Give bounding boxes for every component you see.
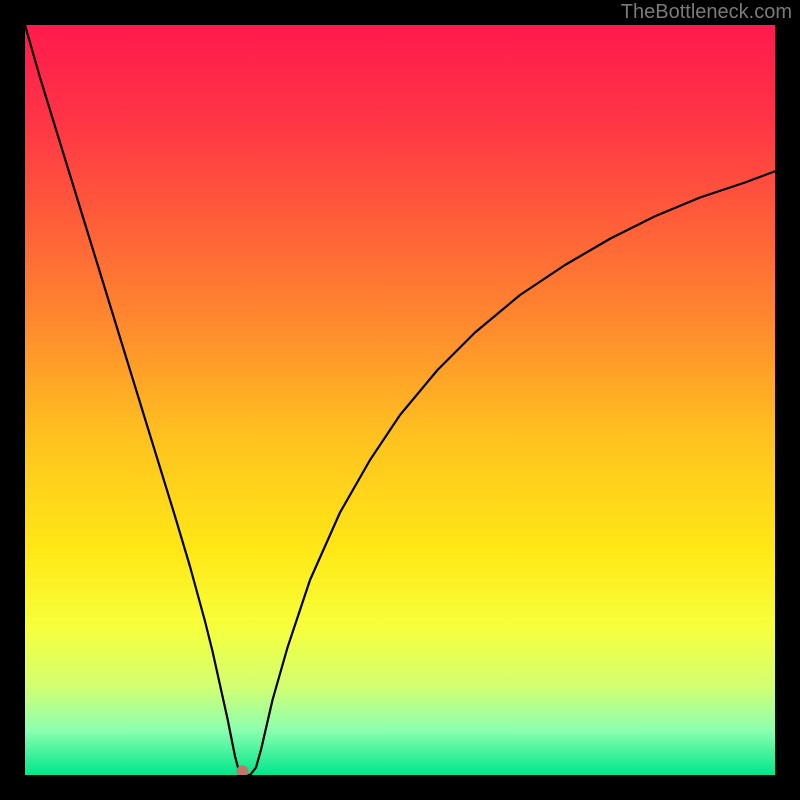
plot-area (25, 25, 775, 775)
chart-background (25, 25, 775, 775)
chart-svg (25, 25, 775, 775)
chart-frame: TheBottleneck.com (0, 0, 800, 800)
attribution-text: TheBottleneck.com (621, 1, 792, 24)
